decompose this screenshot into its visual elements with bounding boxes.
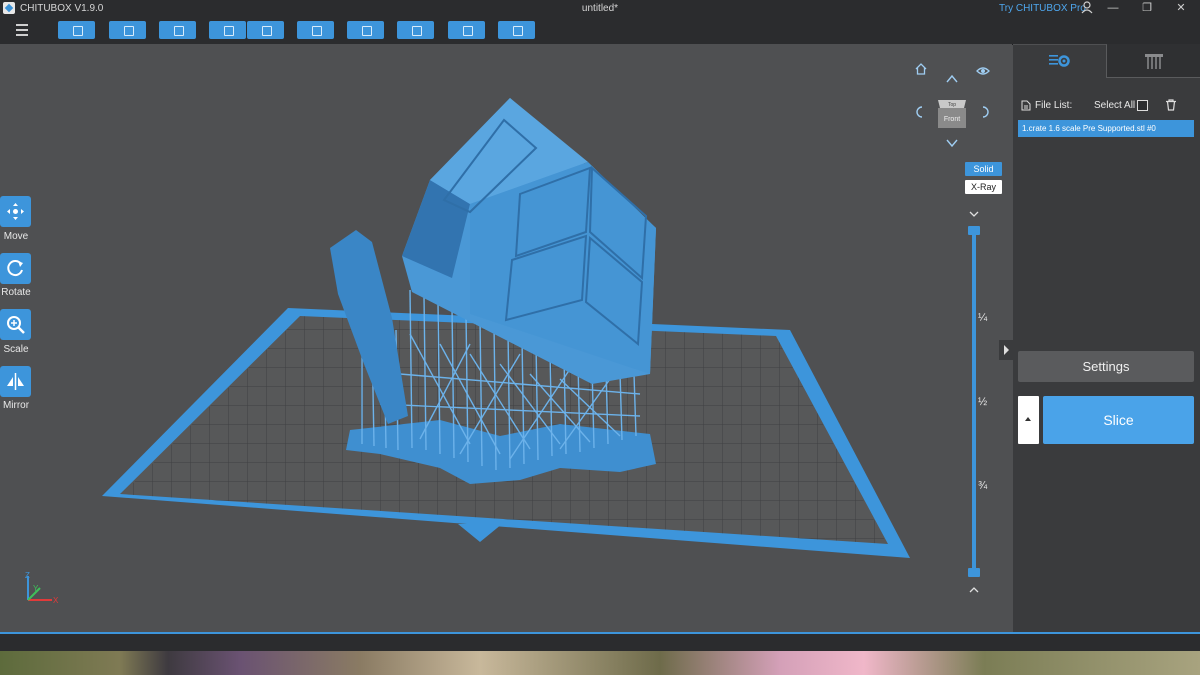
background-photo-strip	[0, 651, 1200, 675]
hollow-button[interactable]	[448, 21, 485, 39]
visibility-eye-icon[interactable]	[976, 64, 990, 78]
slice-button[interactable]: Slice	[1043, 396, 1194, 444]
minimize-button[interactable]: —	[1099, 0, 1127, 17]
app-title: CHITUBOX V1.9.0	[20, 3, 104, 14]
dig-hole-button[interactable]	[498, 21, 535, 39]
axis-indicator: Z Y X	[25, 571, 59, 605]
file-list-label: File List:	[1035, 100, 1073, 111]
mirror-icon	[7, 373, 24, 390]
support-button[interactable]	[397, 21, 434, 39]
rotate-right-icon[interactable]	[978, 105, 992, 119]
rotate-button[interactable]	[0, 253, 31, 284]
build-plate	[102, 308, 910, 558]
z-axis-label: Z	[25, 571, 30, 580]
side-panel: File List: Select All 1.crate 1.6 scale …	[999, 44, 1200, 632]
support-icon	[411, 26, 422, 36]
redo-icon	[261, 26, 272, 36]
view-cube[interactable]: Top Front	[936, 96, 968, 130]
undo-icon	[223, 26, 234, 36]
main-toolbar	[0, 17, 1200, 45]
layout-icon	[361, 26, 372, 36]
status-bar	[0, 634, 1200, 651]
trash-icon[interactable]	[1165, 99, 1177, 111]
move-icon	[7, 203, 24, 220]
view-cube-top: Top	[948, 102, 956, 108]
file-list-icon	[1021, 100, 1031, 111]
tab-supports[interactable]	[1107, 44, 1200, 77]
tab-divider	[1107, 77, 1200, 78]
collapse-panel-icon[interactable]	[999, 340, 1013, 360]
rotate-up-icon[interactable]	[945, 72, 959, 86]
x-axis-label: X	[53, 596, 59, 605]
layout-button[interactable]	[347, 21, 384, 39]
solid-mode-button[interactable]: Solid	[965, 162, 1002, 176]
close-button[interactable]: ✕	[1167, 0, 1195, 17]
file-list-item[interactable]: 1.crate 1.6 scale Pre Supported.stl #0	[1018, 120, 1194, 137]
import-button[interactable]	[159, 21, 196, 39]
layer-slider-track[interactable]	[972, 230, 976, 575]
dig-hole-icon	[512, 26, 523, 36]
rotate-label: Rotate	[1, 287, 31, 298]
model-list-button[interactable]	[297, 21, 334, 39]
plate-front-marker	[458, 524, 502, 542]
redo-button[interactable]	[247, 21, 284, 39]
mirror-label: Mirror	[2, 400, 30, 411]
mirror-button[interactable]	[0, 366, 31, 397]
scale-button[interactable]	[0, 309, 31, 340]
menu-icon[interactable]	[16, 24, 28, 39]
scale-icon	[7, 316, 25, 334]
3d-viewport[interactable]: Move Rotate Scale Mirror Top Front Solid…	[0, 44, 1012, 632]
home-view-icon[interactable]	[914, 62, 928, 76]
view-cube-front: Front	[944, 116, 960, 123]
select-all-checkbox[interactable]	[1137, 100, 1148, 111]
layer-slider-bottom-handle[interactable]	[968, 568, 980, 577]
slider-tick-three-quarter: ¾	[978, 480, 988, 492]
model-list-icon	[311, 26, 322, 36]
xray-mode-button[interactable]: X-Ray	[965, 180, 1002, 194]
settings-button[interactable]: Settings	[1018, 351, 1194, 382]
y-axis-label: Y	[33, 584, 39, 593]
app-logo-icon	[3, 2, 15, 14]
slider-tick-half: ½	[978, 396, 988, 408]
layer-slider-top-handle[interactable]	[968, 226, 980, 235]
move-label: Move	[3, 231, 29, 242]
save-icon	[123, 26, 134, 36]
move-button[interactable]	[0, 196, 31, 227]
chevron-down-icon[interactable]	[968, 209, 980, 219]
user-account-icon[interactable]	[1081, 1, 1093, 14]
restore-button[interactable]: ❐	[1133, 0, 1161, 17]
open-file-icon	[72, 26, 83, 36]
chevron-up-icon[interactable]	[968, 585, 980, 595]
title-bar: CHITUBOX V1.9.0 untitled* Try CHITUBOX P…	[0, 0, 1200, 17]
slider-tick-quarter: ¼	[978, 312, 988, 324]
scale-label: Scale	[3, 344, 29, 355]
rotate-down-icon[interactable]	[945, 136, 959, 150]
try-pro-link[interactable]: Try CHITUBOX Pro	[999, 3, 1086, 14]
list-gear-icon	[1049, 55, 1070, 67]
select-all-label: Select All	[1094, 100, 1136, 111]
rotate-icon	[7, 260, 23, 277]
hollow-icon	[462, 26, 473, 36]
tab-model-settings[interactable]	[1013, 44, 1107, 78]
rotate-left-icon[interactable]	[913, 105, 927, 119]
save-button[interactable]	[109, 21, 146, 39]
scene-canvas[interactable]	[0, 44, 1012, 632]
slice-options-button[interactable]	[1018, 396, 1039, 444]
import-icon	[173, 26, 184, 36]
open-file-button[interactable]	[58, 21, 95, 39]
undo-button[interactable]	[209, 21, 246, 39]
support-structure-icon	[1145, 54, 1163, 69]
